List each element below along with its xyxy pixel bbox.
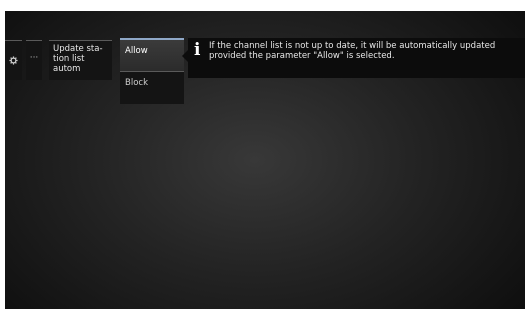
option-block[interactable]: Block bbox=[120, 71, 184, 104]
gear-icon bbox=[9, 56, 18, 65]
option-list: Allow Block bbox=[120, 38, 184, 104]
option-allow[interactable]: Allow bbox=[120, 38, 184, 71]
info-tooltip: i If the channel list is not up to date,… bbox=[182, 38, 525, 78]
settings-tile[interactable] bbox=[5, 40, 22, 80]
more-tile[interactable]: ··· bbox=[26, 40, 42, 80]
info-icon: i bbox=[194, 40, 201, 60]
tv-screen: ··· Update sta- tion list autom Allow Bl… bbox=[5, 11, 525, 309]
update-station-list-item[interactable]: Update sta- tion list autom bbox=[49, 40, 112, 80]
info-text: If the channel list is not up to date, i… bbox=[209, 41, 496, 61]
